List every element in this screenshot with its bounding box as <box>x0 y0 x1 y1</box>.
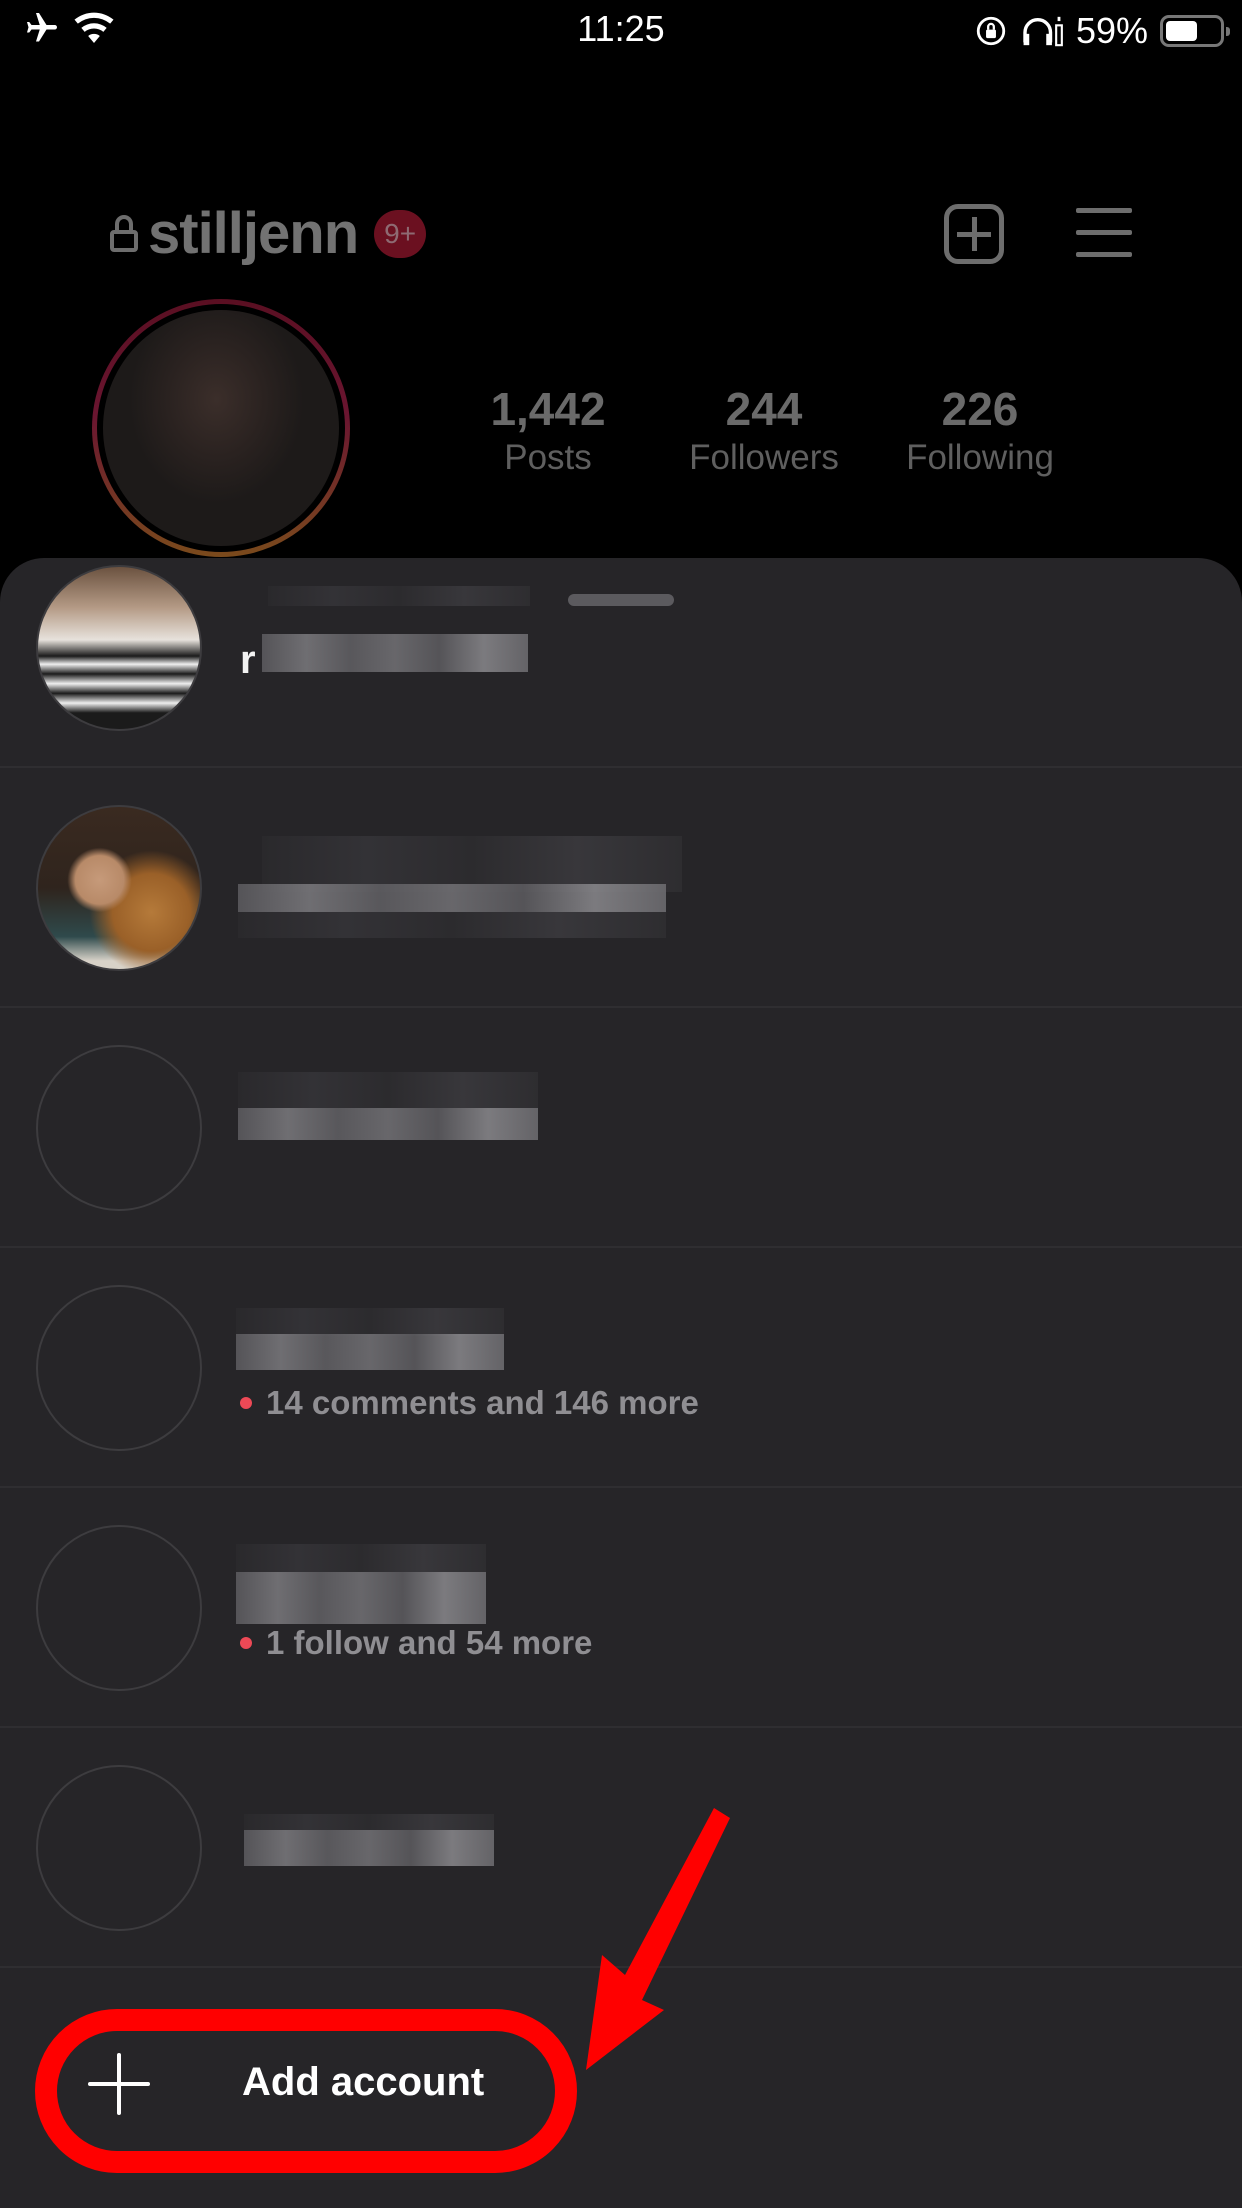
stat-value: 244 <box>725 383 803 435</box>
orientation-lock-icon <box>976 16 1006 46</box>
plus-icon <box>88 2053 150 2115</box>
battery-percent: 59% <box>1075 10 1148 51</box>
stat-label: Posts <box>504 438 592 477</box>
new-post-icon[interactable] <box>944 204 1004 264</box>
account-row[interactable]: 1 follow and 54 more <box>0 1488 1242 1728</box>
obscured-name <box>236 1544 486 1572</box>
stat-following[interactable]: 226 Following <box>870 382 1090 478</box>
account-name: r <box>240 638 256 682</box>
stat-value: 1,442 <box>490 383 606 435</box>
account-avatar <box>36 565 202 731</box>
battery-fill <box>1166 21 1197 41</box>
account-row[interactable] <box>0 768 1242 1008</box>
obscured-name <box>238 884 666 912</box>
stat-label: Followers <box>689 438 839 477</box>
account-avatar-placeholder <box>36 1285 202 1451</box>
stat-posts[interactable]: 1,442 Posts <box>438 382 658 478</box>
activity-dot <box>240 1397 252 1409</box>
obscured-name <box>238 1072 538 1108</box>
activity-text: 14 comments and 146 more <box>266 1384 699 1421</box>
profile-username: stilljenn <box>148 201 359 266</box>
obscured-name <box>236 1334 504 1370</box>
stat-value: 226 <box>941 383 1019 435</box>
account-row[interactable] <box>0 1008 1242 1248</box>
obscured-name <box>236 1572 486 1624</box>
account-avatar <box>36 805 202 971</box>
status-bar: 11:25 59% <box>0 0 1242 62</box>
account-switcher-sheet: r 14 comments and 146 more 1 follow and … <box>0 558 1242 2208</box>
sheet-drag-handle[interactable] <box>568 594 674 606</box>
lock-icon <box>110 214 138 253</box>
account-row[interactable] <box>0 1728 1242 1968</box>
profile-avatar[interactable] <box>92 299 350 557</box>
notification-badge: 9+ <box>374 209 427 258</box>
account-row[interactable]: 14 comments and 146 more <box>0 1248 1242 1488</box>
obscured-name <box>244 1814 494 1830</box>
obscured-name <box>238 912 666 938</box>
account-avatar-placeholder <box>36 1045 202 1211</box>
obscured-name <box>262 634 528 672</box>
add-account-label: Add account <box>242 2060 485 2104</box>
obscured-name <box>244 1830 494 1866</box>
profile-header: stilljenn 9+ 1,442 Posts 244 Followers 2… <box>0 62 1242 582</box>
obscured-name <box>268 586 530 606</box>
account-avatar-placeholder <box>36 1525 202 1691</box>
stat-followers[interactable]: 244 Followers <box>654 382 874 478</box>
activity-dot <box>240 1637 252 1649</box>
profile-photo <box>103 310 339 546</box>
account-avatar-placeholder <box>36 1765 202 1931</box>
activity-text: 1 follow and 54 more <box>266 1624 593 1661</box>
battery-icon <box>1160 15 1230 47</box>
hamburger-menu-icon[interactable] <box>1076 208 1132 258</box>
obscured-name <box>236 1308 504 1336</box>
account-switcher-toggle[interactable]: stilljenn 9+ <box>110 200 427 267</box>
headphones-icon <box>1023 16 1063 47</box>
obscured-name <box>238 1108 538 1140</box>
account-activity: 14 comments and 146 more <box>240 1384 699 1422</box>
stat-label: Following <box>906 438 1054 477</box>
account-activity: 1 follow and 54 more <box>240 1624 592 1662</box>
account-row[interactable]: r <box>0 558 1242 768</box>
add-account-button[interactable]: Add account <box>36 2008 556 2168</box>
